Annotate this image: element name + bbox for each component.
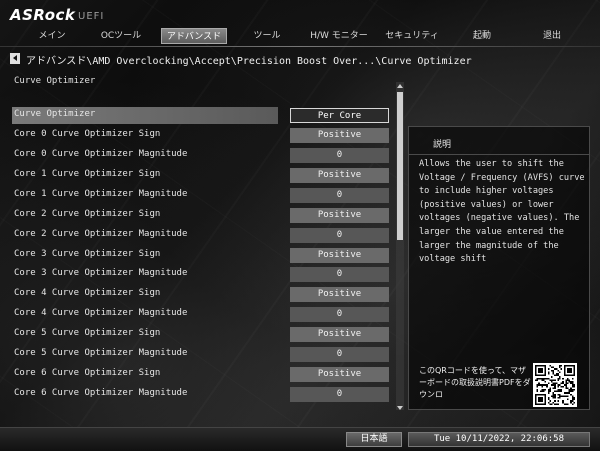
setting-value[interactable]: Positive <box>290 247 389 263</box>
page-title: Curve Optimizer <box>14 76 96 86</box>
setting-label: Core 1 Curve Optimizer Sign <box>14 168 161 179</box>
setting-label: Core 0 Curve Optimizer Magnitude <box>14 148 188 159</box>
setting-row[interactable]: Core 4 Curve Optimizer Sign Positive <box>12 286 390 303</box>
tab-hw-monitor[interactable]: H/W モニター <box>306 28 372 44</box>
scroll-up-arrow-icon[interactable] <box>396 82 404 90</box>
qr-code-icon <box>533 363 577 407</box>
setting-value[interactable]: Positive <box>290 207 389 223</box>
setting-value[interactable]: Positive <box>290 127 389 143</box>
setting-value[interactable]: 0 <box>290 187 389 203</box>
setting-row[interactable]: Core 3 Curve Optimizer Sign Positive <box>12 247 390 264</box>
setting-value[interactable]: Positive <box>290 327 389 343</box>
setting-value[interactable]: Positive <box>290 167 389 183</box>
setting-label: Core 2 Curve Optimizer Sign <box>14 208 161 219</box>
tab-oc-tweaker[interactable]: OCツール <box>96 28 146 44</box>
setting-label: Core 2 Curve Optimizer Magnitude <box>14 228 188 239</box>
setting-label: Core 4 Curve Optimizer Magnitude <box>14 308 188 319</box>
tab-main[interactable]: メイン <box>30 28 74 44</box>
setting-label: Core 6 Curve Optimizer Sign <box>14 368 161 379</box>
setting-value[interactable]: 0 <box>290 147 389 163</box>
breadcrumb: アドバンスド\AMD Overclocking\Accept\Precision… <box>26 56 472 67</box>
setting-label: Core 0 Curve Optimizer Sign <box>14 128 161 139</box>
back-arrow-icon[interactable] <box>10 53 20 64</box>
setting-row[interactable]: Core 4 Curve Optimizer Magnitude 0 <box>12 306 390 323</box>
tab-security[interactable]: セキュリティ <box>380 28 444 44</box>
setting-row[interactable]: Core 0 Curve Optimizer Magnitude 0 <box>12 147 390 164</box>
setting-label: Core 1 Curve Optimizer Magnitude <box>14 188 188 199</box>
setting-row[interactable]: Core 6 Curve Optimizer Sign Positive <box>12 366 390 383</box>
description-panel: 説明 Allows the user to shift the Voltage … <box>408 126 590 410</box>
setting-label: Core 5 Curve Optimizer Sign <box>14 328 161 339</box>
setting-value[interactable]: 0 <box>290 387 389 403</box>
tab-advanced[interactable]: アドバンスド <box>161 28 227 44</box>
language-button[interactable]: 日本語 <box>346 432 402 447</box>
description-divider <box>409 154 589 155</box>
nav-divider <box>0 46 600 47</box>
setting-row[interactable]: Core 2 Curve Optimizer Magnitude 0 <box>12 227 390 244</box>
scroll-down-arrow-icon[interactable] <box>396 404 404 412</box>
setting-label: Core 3 Curve Optimizer Sign <box>14 248 161 259</box>
setting-label: Core 3 Curve Optimizer Magnitude <box>14 268 188 279</box>
tab-boot[interactable]: 起動 <box>460 28 504 44</box>
setting-value[interactable]: 0 <box>290 347 389 363</box>
description-title: 説明 <box>433 140 452 150</box>
setting-row[interactable]: Core 1 Curve Optimizer Sign Positive <box>12 167 390 184</box>
setting-label: Core 5 Curve Optimizer Magnitude <box>14 348 188 359</box>
asrock-logo: ASRock <box>10 6 76 24</box>
setting-value[interactable]: 0 <box>290 227 389 243</box>
setting-row[interactable]: Core 5 Curve Optimizer Sign Positive <box>12 326 390 343</box>
setting-row[interactable]: Core 3 Curve Optimizer Magnitude 0 <box>12 266 390 283</box>
qr-caption: このQRコードを使って、マザーボードの取扱説明書PDFをダウンロ <box>419 366 531 399</box>
setting-row[interactable]: Core 6 Curve Optimizer Magnitude 0 <box>12 386 390 403</box>
setting-value[interactable]: 0 <box>290 267 389 283</box>
setting-row-curve-optimizer[interactable]: Curve Optimizer Per Core <box>12 107 390 124</box>
setting-value[interactable]: Per Core <box>290 108 389 123</box>
setting-value[interactable]: Positive <box>290 367 389 383</box>
setting-row[interactable]: Core 1 Curve Optimizer Magnitude 0 <box>12 187 390 204</box>
setting-value[interactable]: Positive <box>290 287 389 303</box>
main-nav: メイン OCツール アドバンスド ツール H/W モニター セキュリティ 起動 … <box>0 28 600 46</box>
description-text: Allows the user to shift the Voltage / F… <box>419 159 585 265</box>
setting-label: Core 4 Curve Optimizer Sign <box>14 288 161 299</box>
datetime-display: Tue 10/11/2022, 22:06:58 <box>408 432 590 447</box>
setting-row[interactable]: Core 2 Curve Optimizer Sign Positive <box>12 207 390 224</box>
scrollbar-thumb[interactable] <box>397 92 403 240</box>
setting-label: Core 6 Curve Optimizer Magnitude <box>14 388 188 399</box>
setting-row[interactable]: Core 0 Curve Optimizer Sign Positive <box>12 127 390 144</box>
tab-exit[interactable]: 退出 <box>530 28 574 44</box>
setting-label: Curve Optimizer <box>14 109 96 119</box>
setting-value[interactable]: 0 <box>290 307 389 323</box>
tab-tools[interactable]: ツール <box>242 28 292 44</box>
setting-row[interactable]: Core 5 Curve Optimizer Magnitude 0 <box>12 346 390 363</box>
uefi-label: UEFI <box>78 11 105 22</box>
